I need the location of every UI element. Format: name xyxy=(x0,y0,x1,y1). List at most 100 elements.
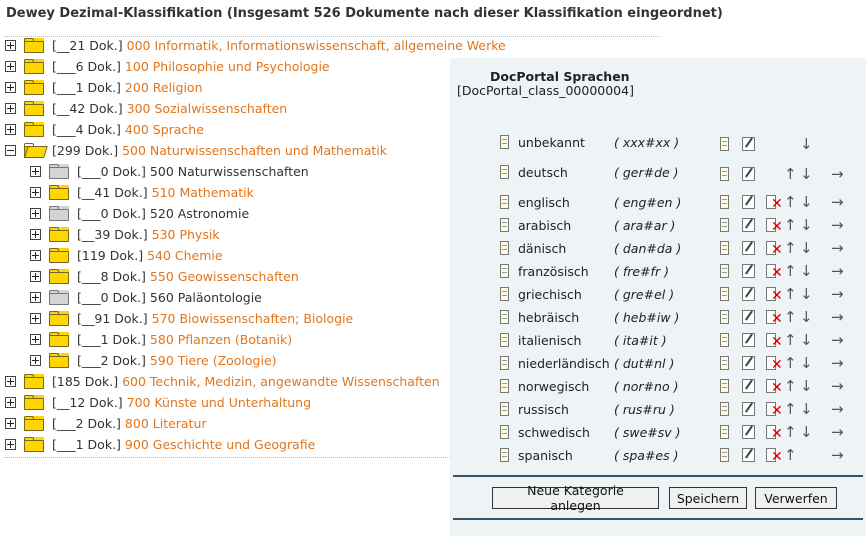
arrow-down-icon[interactable]: ↓ xyxy=(800,309,813,325)
edit-icon[interactable] xyxy=(742,333,755,347)
delete-icon[interactable]: ✕ xyxy=(766,379,783,395)
tree-item-500[interactable]: [299 Dok.] 500 Naturwissenschaften und M… xyxy=(5,140,387,161)
arrow-right-icon[interactable]: → xyxy=(831,332,844,348)
tree-item-520[interactable]: [___0 Dok.] 520 Astronomie xyxy=(30,203,249,224)
arrow-up-icon[interactable]: ↑ xyxy=(784,447,797,463)
document-icon[interactable] xyxy=(720,425,729,439)
edit-icon[interactable] xyxy=(742,379,755,393)
expand-icon[interactable] xyxy=(5,82,16,93)
delete-icon[interactable]: ✕ xyxy=(766,195,783,211)
category-link[interactable]: 000 Informatik, Informationswissenschaft… xyxy=(127,38,506,53)
language-row-daenisch[interactable]: dänisch ( dan#da ) ✕ ↑ ↓ → xyxy=(450,238,866,261)
tree-item-540[interactable]: [119 Dok.] 540 Chemie xyxy=(30,245,223,266)
language-row-italienisch[interactable]: italienisch ( ita#it ) ✕ ↑ ↓ → xyxy=(450,330,866,353)
new-category-button[interactable]: Neue Kategorie anlegen xyxy=(492,483,659,513)
expand-icon[interactable] xyxy=(5,376,16,387)
category-link[interactable]: 300 Sozialwissenschaften xyxy=(127,101,288,116)
edit-icon[interactable] xyxy=(742,137,755,151)
tree-item-100[interactable]: [___6 Dok.] 100 Philosophie und Psycholo… xyxy=(5,56,330,77)
tree-item-560[interactable]: [___0 Dok.] 560 Paläontologie xyxy=(30,287,262,308)
arrow-right-icon[interactable]: → xyxy=(831,424,844,440)
edit-icon[interactable] xyxy=(742,195,755,209)
category-link[interactable]: 400 Sprache xyxy=(125,122,204,137)
expand-icon[interactable] xyxy=(30,229,41,240)
tree-item-700[interactable]: [__12 Dok.] 700 Künste und Unterhaltung xyxy=(5,392,311,413)
edit-icon[interactable] xyxy=(742,218,755,232)
expand-icon[interactable] xyxy=(30,334,41,345)
language-row-griechisch[interactable]: griechisch ( gre#el ) ✕ ↑ ↓ → xyxy=(450,284,866,307)
arrow-up-icon[interactable]: ↑ xyxy=(784,263,797,279)
language-row-franzoesisch[interactable]: französisch ( fre#fr ) ✕ ↑ ↓ → xyxy=(450,261,866,284)
document-icon[interactable] xyxy=(720,218,729,232)
tree-item-580[interactable]: [___1 Dok.] 580 Pflanzen (Botanik) xyxy=(30,329,292,350)
category-link[interactable]: 500 Naturwissenschaften und Mathematik xyxy=(122,143,387,158)
tree-item-510[interactable]: [__41 Dok.] 510 Mathematik xyxy=(30,182,254,203)
category-link[interactable]: 900 Geschichte und Geografie xyxy=(125,437,315,452)
delete-icon[interactable]: ✕ xyxy=(766,241,783,257)
arrow-up-icon[interactable]: ↑ xyxy=(784,309,797,325)
category-link[interactable]: 570 Biowissenschaften; Biologie xyxy=(152,311,354,326)
edit-icon[interactable] xyxy=(742,356,755,370)
edit-icon[interactable] xyxy=(742,167,755,181)
arrow-right-icon[interactable]: → xyxy=(831,286,844,302)
delete-icon[interactable]: ✕ xyxy=(766,425,783,441)
category-link[interactable]: 530 Physik xyxy=(152,227,220,242)
arrow-down-icon[interactable]: ↓ xyxy=(800,194,813,210)
language-row-unbekannt[interactable]: unbekannt ( xxx#xx ) ↓ xyxy=(450,132,866,155)
delete-icon[interactable]: ✕ xyxy=(766,356,783,372)
edit-icon[interactable] xyxy=(742,287,755,301)
tree-item-400[interactable]: [___4 Dok.] 400 Sprache xyxy=(5,119,204,140)
expand-icon[interactable] xyxy=(5,439,16,450)
expand-icon[interactable] xyxy=(30,250,41,261)
arrow-down-icon[interactable]: ↓ xyxy=(800,424,813,440)
arrow-right-icon[interactable]: → xyxy=(831,217,844,233)
category-link[interactable]: 200 Religion xyxy=(125,80,203,95)
arrow-down-icon[interactable]: ↓ xyxy=(800,240,813,256)
edit-icon[interactable] xyxy=(742,448,755,462)
expand-icon[interactable] xyxy=(5,103,16,114)
tree-item-300[interactable]: [__42 Dok.] 300 Sozialwissenschaften xyxy=(5,98,287,119)
discard-button[interactable]: Verwerfen xyxy=(755,487,837,509)
category-link[interactable]: 600 Technik, Medizin, angewandte Wissens… xyxy=(122,374,440,389)
arrow-down-icon[interactable]: ↓ xyxy=(800,263,813,279)
language-row-arabisch[interactable]: arabisch ( ara#ar ) ✕ ↑ ↓ → xyxy=(450,215,866,238)
category-link[interactable]: 510 Mathematik xyxy=(152,185,254,200)
expand-icon[interactable] xyxy=(5,418,16,429)
document-icon[interactable] xyxy=(720,195,729,209)
language-row-russisch[interactable]: russisch ( rus#ru ) ✕ ↑ ↓ → xyxy=(450,399,866,422)
category-link[interactable]: 800 Literatur xyxy=(125,416,207,431)
arrow-up-icon[interactable]: ↑ xyxy=(784,217,797,233)
document-icon[interactable] xyxy=(720,333,729,347)
expand-icon[interactable] xyxy=(30,313,41,324)
tree-item-550[interactable]: [___8 Dok.] 550 Geowissenschaften xyxy=(30,266,299,287)
expand-icon[interactable] xyxy=(5,124,16,135)
language-row-niederlaendisch[interactable]: niederländisch ( dut#nl ) ✕ ↑ ↓ → xyxy=(450,353,866,376)
document-icon[interactable] xyxy=(720,310,729,324)
language-row-englisch[interactable]: englisch ( eng#en ) ✕ ↑ ↓ → xyxy=(450,192,866,215)
arrow-right-icon[interactable]: → xyxy=(831,447,844,463)
arrow-right-icon[interactable]: → xyxy=(831,355,844,371)
tree-item-900[interactable]: [___1 Dok.] 900 Geschichte und Geografie xyxy=(5,434,315,455)
tree-item-200[interactable]: [___1 Dok.] 200 Religion xyxy=(5,77,203,98)
edit-icon[interactable] xyxy=(742,425,755,439)
arrow-up-icon[interactable]: ↑ xyxy=(784,401,797,417)
arrow-up-icon[interactable]: ↑ xyxy=(784,424,797,440)
delete-icon[interactable]: ✕ xyxy=(766,448,783,464)
arrow-down-icon[interactable]: ↓ xyxy=(800,217,813,233)
delete-icon[interactable]: ✕ xyxy=(766,402,783,418)
category-link[interactable]: 100 Philosophie und Psychologie xyxy=(125,59,330,74)
document-icon[interactable] xyxy=(720,137,729,151)
delete-icon[interactable]: ✕ xyxy=(766,310,783,326)
tree-item-000[interactable]: [__21 Dok.] 000 Informatik, Informations… xyxy=(5,35,506,56)
arrow-up-icon[interactable]: ↑ xyxy=(784,286,797,302)
arrow-right-icon[interactable]: → xyxy=(831,194,844,210)
language-row-spanisch[interactable]: spanisch ( spa#es ) ✕ ↑ → xyxy=(450,445,866,468)
edit-icon[interactable] xyxy=(742,264,755,278)
expand-icon[interactable] xyxy=(30,187,41,198)
expand-icon[interactable] xyxy=(5,397,16,408)
arrow-right-icon[interactable]: → xyxy=(831,401,844,417)
tree-item-590[interactable]: [___2 Dok.] 590 Tiere (Zoologie) xyxy=(30,350,277,371)
expand-icon[interactable] xyxy=(30,166,41,177)
delete-icon[interactable]: ✕ xyxy=(766,287,783,303)
tree-item-800[interactable]: [___2 Dok.] 800 Literatur xyxy=(5,413,207,434)
